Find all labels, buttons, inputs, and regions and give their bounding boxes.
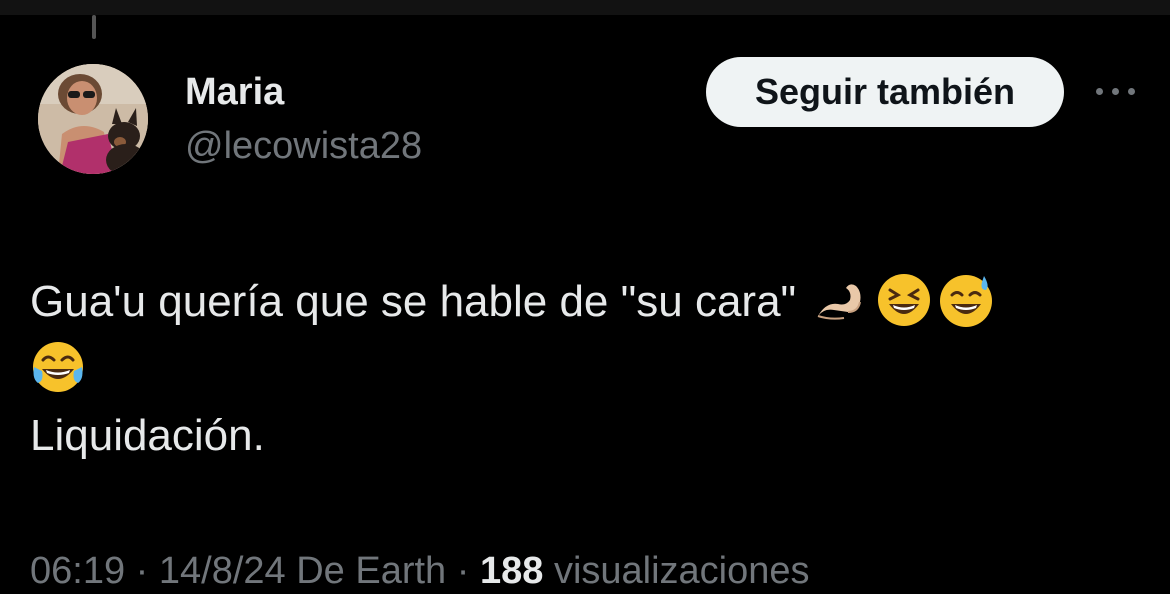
follow-button[interactable]: Seguir también <box>706 57 1064 127</box>
grinning-sweat-face-icon <box>938 272 994 328</box>
author-name[interactable]: Maria <box>185 68 284 116</box>
pinched-fingers-icon <box>814 272 870 328</box>
author-handle[interactable]: @lecowista28 <box>185 122 422 170</box>
tweet-date[interactable]: 14/8/24 <box>159 550 286 592</box>
grinning-squinting-face-icon <box>876 272 932 328</box>
tweet-line-3: Liquidación. <box>30 411 265 460</box>
views-label[interactable]: visualizaciones <box>554 550 810 592</box>
tweet-line-2 <box>30 335 1140 402</box>
tweet-line-1: Gua'u quería que se hable de "su cara" <box>30 268 1140 335</box>
top-strip <box>0 0 1170 15</box>
tears-of-joy-face-icon <box>30 339 86 395</box>
tweet-meta: 06:19 · 14/8/24 De Earth · 188 visualiza… <box>30 548 810 594</box>
tweet-source: De Earth <box>296 550 447 592</box>
views-count[interactable]: 188 <box>480 550 543 592</box>
avatar[interactable] <box>38 64 148 174</box>
more-options-icon[interactable] <box>1090 76 1142 106</box>
thread-connector <box>92 15 96 39</box>
tweet-text: Gua'u quería que se hable de "su cara" L… <box>30 268 1140 469</box>
tweet-line-1-text: Gua'u quería que se hable de "su cara" <box>30 277 797 326</box>
meta-separator: · <box>456 550 470 592</box>
meta-separator: · <box>135 550 149 592</box>
tweet-time[interactable]: 06:19 <box>30 550 125 592</box>
